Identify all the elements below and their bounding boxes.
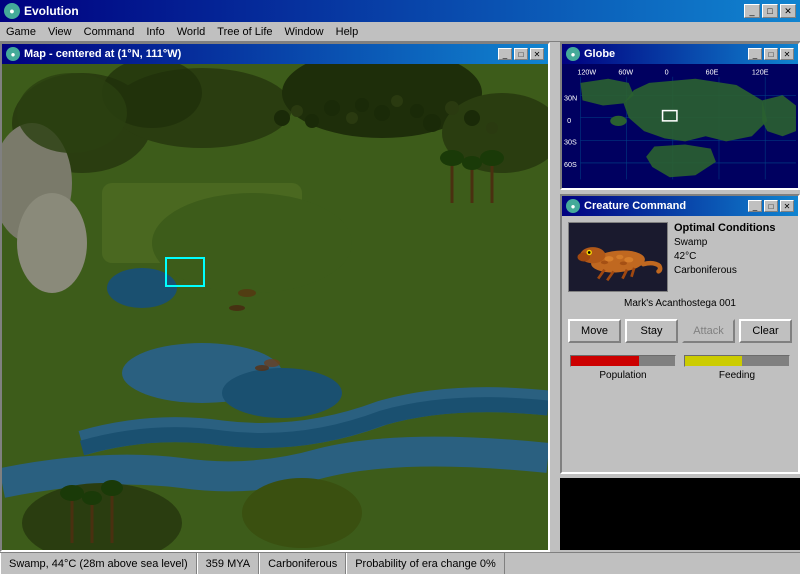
feeding-bar xyxy=(685,356,742,366)
globe-icon: ● xyxy=(566,47,580,61)
creature-stats: Optimal Conditions Swamp 42°C Carbonifer… xyxy=(674,222,792,292)
attack-button[interactable]: Attack xyxy=(682,319,735,343)
map-minimize[interactable]: _ xyxy=(498,48,512,60)
globe-title: Globe xyxy=(584,48,748,60)
creature-restore[interactable]: □ xyxy=(764,200,778,212)
dark-panel xyxy=(560,478,800,550)
map-restore[interactable]: □ xyxy=(514,48,528,60)
app-title: Evolution xyxy=(24,4,744,18)
clear-button[interactable]: Clear xyxy=(739,319,792,343)
minimize-button[interactable]: _ xyxy=(744,4,760,18)
map-window: ● Map - centered at (1°N, 111°W) _ □ ✕ xyxy=(0,42,550,552)
population-bar xyxy=(571,356,639,366)
svg-text:60S: 60S xyxy=(564,161,577,169)
menu-view[interactable]: View xyxy=(42,24,78,40)
menu-info[interactable]: Info xyxy=(140,24,170,40)
creature-window: ● Creature Command _ □ ✕ xyxy=(560,194,800,474)
creature-buttons: Move Stay Attack Clear xyxy=(568,319,792,343)
globe-window-buttons: _ □ ✕ xyxy=(748,48,794,60)
progress-section: Population Feeding xyxy=(568,351,792,385)
feeding-col: Feeding xyxy=(684,355,790,381)
menu-world[interactable]: World xyxy=(171,24,212,40)
map-canvas[interactable] xyxy=(2,64,548,550)
restore-button[interactable]: □ xyxy=(762,4,778,18)
menu-game[interactable]: Game xyxy=(0,24,42,40)
title-bar: ● Evolution _ □ ✕ xyxy=(0,0,800,22)
map-icon: ● xyxy=(6,47,20,61)
period-status: Carboniferous xyxy=(259,553,346,574)
app-icon: ● xyxy=(4,3,20,19)
globe-window: ● Globe _ □ ✕ 120W 60W 0 60E 120E 30N 0 xyxy=(560,42,800,190)
svg-text:120W: 120W xyxy=(577,69,596,77)
move-button[interactable]: Move xyxy=(568,319,621,343)
main-content: ● Map - centered at (1°N, 111°W) _ □ ✕ xyxy=(0,42,800,572)
map-close[interactable]: ✕ xyxy=(530,48,544,60)
temp-stat: 42°C xyxy=(674,250,792,264)
map-terrain-svg xyxy=(2,64,548,550)
population-label: Population xyxy=(599,370,646,381)
probability-status: Probability of era change 0% xyxy=(346,553,505,574)
map-title: Map - centered at (1°N, 111°W) xyxy=(24,48,498,60)
svg-text:0: 0 xyxy=(665,69,669,77)
feeding-bar-container xyxy=(684,355,790,367)
biome-stat: Swamp xyxy=(674,236,792,250)
creature-title: Creature Command xyxy=(584,200,748,212)
svg-text:60W: 60W xyxy=(618,69,633,77)
stay-button[interactable]: Stay xyxy=(625,319,678,343)
title-bar-buttons: _ □ ✕ xyxy=(744,4,796,18)
creature-close[interactable]: ✕ xyxy=(780,200,794,212)
creature-minimize[interactable]: _ xyxy=(748,200,762,212)
svg-text:60E: 60E xyxy=(706,69,719,77)
svg-text:30S: 30S xyxy=(564,138,577,146)
creature-content: Optimal Conditions Swamp 42°C Carbonifer… xyxy=(562,216,798,391)
menu-treeoflife[interactable]: Tree of Life xyxy=(211,24,278,40)
feeding-label: Feeding xyxy=(719,370,755,381)
map-window-buttons: _ □ ✕ xyxy=(498,48,544,60)
globe-content: 120W 60W 0 60E 120E 30N 0 30S 60S xyxy=(562,64,798,188)
svg-text:30N: 30N xyxy=(564,94,577,102)
creature-info-row: Optimal Conditions Swamp 42°C Carbonifer… xyxy=(568,222,792,292)
status-bar: Swamp, 44°C (28m above sea level) 359 MY… xyxy=(0,552,800,574)
svg-text:0: 0 xyxy=(567,117,571,125)
creature-icon: ● xyxy=(566,199,580,213)
optimal-conditions-title: Optimal Conditions xyxy=(674,222,792,234)
svg-text:120E: 120E xyxy=(752,69,769,77)
menu-command[interactable]: Command xyxy=(78,24,141,40)
creature-name: Mark's Acanthostega 001 xyxy=(568,298,792,309)
creature-window-buttons: _ □ ✕ xyxy=(748,200,794,212)
population-col: Population xyxy=(570,355,676,381)
globe-title-bar: ● Globe _ □ ✕ xyxy=(562,44,798,64)
globe-restore[interactable]: □ xyxy=(764,48,778,60)
map-title-bar: ● Map - centered at (1°N, 111°W) _ □ ✕ xyxy=(2,44,548,64)
population-bar-container xyxy=(570,355,676,367)
menu-bar: Game View Command Info World Tree of Lif… xyxy=(0,22,800,42)
menu-help[interactable]: Help xyxy=(330,24,365,40)
lizard-svg xyxy=(573,227,663,287)
terrain-status: Swamp, 44°C (28m above sea level) xyxy=(0,553,197,574)
mya-status: 359 MYA xyxy=(197,553,259,574)
era-stat: Carboniferous xyxy=(674,264,792,278)
globe-minimize[interactable]: _ xyxy=(748,48,762,60)
globe-close[interactable]: ✕ xyxy=(780,48,794,60)
close-button[interactable]: ✕ xyxy=(780,4,796,18)
globe-svg: 120W 60W 0 60E 120E 30N 0 30S 60S xyxy=(562,64,798,188)
creature-image xyxy=(568,222,668,292)
creature-title-bar: ● Creature Command _ □ ✕ xyxy=(562,196,798,216)
menu-window[interactable]: Window xyxy=(279,24,330,40)
